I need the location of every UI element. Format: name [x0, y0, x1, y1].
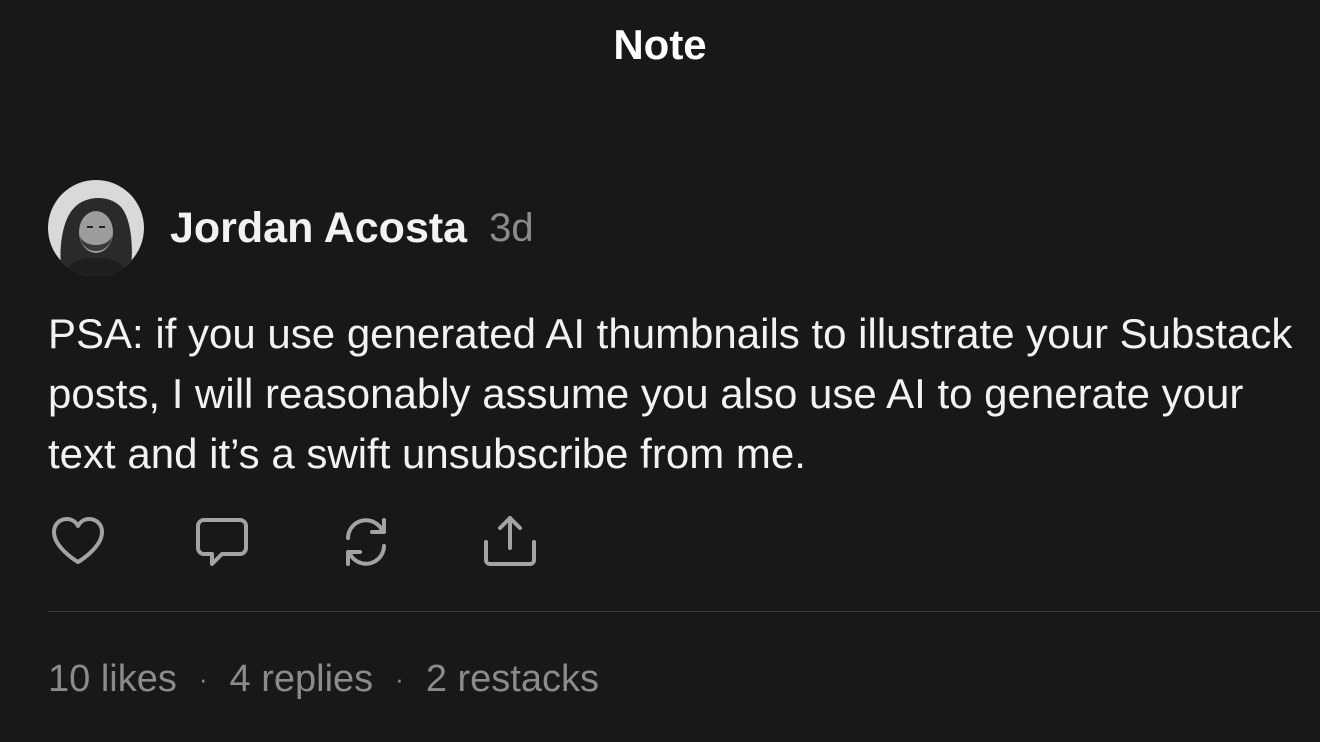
share-button[interactable] [480, 512, 540, 572]
like-button[interactable] [48, 512, 108, 572]
heart-icon [52, 517, 104, 564]
note-body: PSA: if you use generated AI thumbnails … [48, 310, 1293, 477]
author-row: Jordan Acosta 3d [48, 180, 534, 276]
share-icon [484, 516, 536, 566]
restack-button[interactable] [336, 512, 396, 572]
replies-count[interactable]: 4 replies [230, 658, 374, 701]
separator: · [395, 664, 404, 694]
restacks-count[interactable]: 2 restacks [426, 658, 599, 701]
separator: · [198, 664, 208, 694]
author-name[interactable]: Jordan Acosta [170, 204, 467, 253]
stats-row: 10 likes · 4 replies · 2 restacks [48, 658, 599, 701]
comment-icon [196, 518, 248, 566]
timestamp: 3d [489, 205, 534, 250]
reply-button[interactable] [192, 512, 252, 572]
page-title: Note [613, 21, 707, 68]
action-bar [48, 512, 624, 572]
note-page: Note Jordan Acosta 3d PSA: if you use ge… [0, 0, 1320, 742]
restack-icon [346, 518, 386, 566]
likes-count[interactable]: 10 likes [48, 658, 177, 701]
avatar[interactable] [48, 180, 144, 276]
avatar-image [48, 180, 144, 276]
divider [48, 611, 1320, 612]
